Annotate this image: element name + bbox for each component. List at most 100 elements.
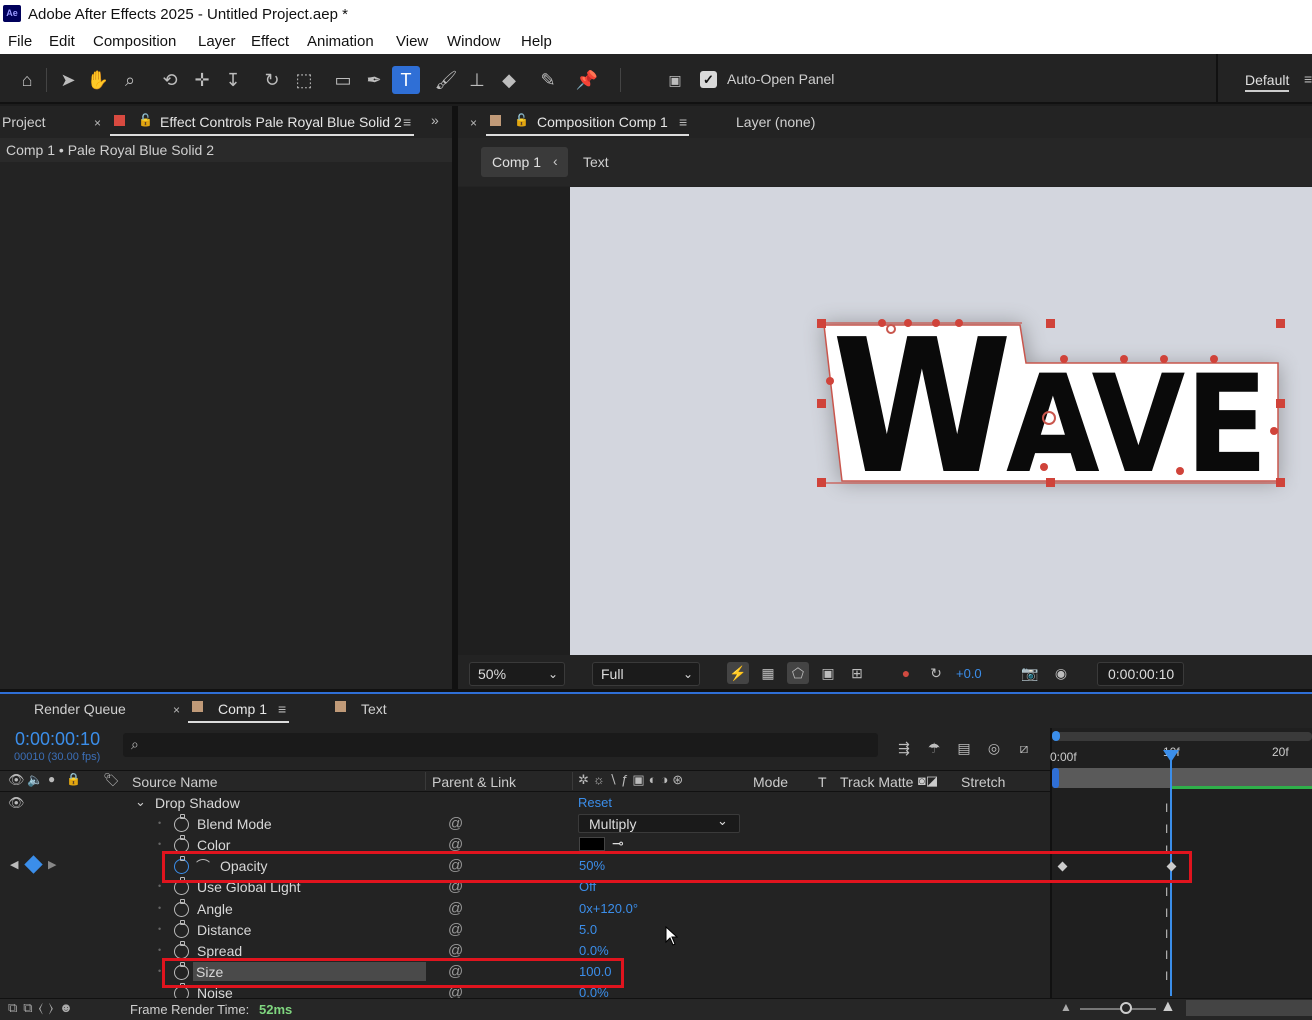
col-source-name[interactable]: Source Name [132,774,218,790]
path-vertex[interactable] [1060,355,1068,363]
anchor-point-icon[interactable] [886,324,896,334]
stopwatch-icon[interactable] [174,814,189,832]
pick-whip-icon[interactable]: @ [448,815,463,832]
transform-handle[interactable] [1046,478,1055,487]
lock-icon[interactable]: 🔒 [66,772,81,786]
pen-tool-icon[interactable]: ✒ [362,68,386,92]
viewer-timecode[interactable]: 0:00:00:10 [1097,662,1184,686]
pick-whip-icon[interactable]: @ [448,921,463,938]
panel-menu-icon[interactable]: ≡ [278,701,286,717]
crumb-text-layer[interactable]: Text [583,154,609,170]
lock-icon[interactable]: 🔓 [514,113,529,127]
path-vertex[interactable] [878,319,886,327]
menu-effect[interactable]: Effect [251,33,289,50]
workspace-menu-icon[interactable]: ≡ [1304,71,1312,87]
reset-exposure-icon[interactable]: ↻ [925,662,947,684]
brush-tool-icon[interactable]: 🖌 [434,68,458,92]
motion-blur-icon[interactable]: ◎ [982,736,1006,760]
stopwatch-icon[interactable] [174,920,189,938]
path-vertex[interactable] [1210,355,1218,363]
path-vertex[interactable] [826,377,834,385]
tab-render-queue[interactable]: Render Queue [34,701,126,717]
color-swatch[interactable] [579,837,605,851]
panel-menu-icon[interactable]: ≡ [679,114,687,130]
menu-composition[interactable]: Composition [93,33,176,50]
zoom-slider-handle[interactable] [1120,1002,1132,1014]
property-row-angle[interactable]: • Angle @ 0x+120.0° [0,899,1050,920]
chevron-double-right-icon[interactable]: » [431,112,439,128]
stopwatch-icon[interactable] [174,899,189,917]
mask-visibility-icon[interactable]: ⬠ [787,662,809,684]
zoom-out-icon[interactable]: ▲ [1060,1000,1072,1014]
region-of-interest-icon[interactable]: ▣ [817,662,839,684]
composition-flowchart-icon[interactable]: ⇶ [892,736,916,760]
zoom-slider[interactable] [1080,1008,1156,1010]
layer-duration-bar[interactable] [1054,768,1312,788]
transform-handle[interactable] [1046,319,1055,328]
transform-handle[interactable] [1276,478,1285,487]
path-vertex[interactable] [1160,355,1168,363]
group-row-drop-shadow[interactable]: 👁 ⌄ Drop Shadow Reset [0,793,1050,814]
comp-breadcrumb-button[interactable]: Comp 1 ‹ [481,147,568,177]
type-tool-icon[interactable]: T [392,66,420,94]
wave-text-layer[interactable]: W AVE [570,187,1312,655]
panel-menu-icon[interactable]: ≡ [403,114,411,130]
tab-project[interactable]: Project [2,114,46,130]
menu-view[interactable]: View [396,33,428,50]
work-area-bar[interactable] [1054,732,1312,741]
pan-behind-icon[interactable]: ⬚ [292,68,316,92]
distance-value[interactable]: 5.0 [579,922,597,937]
transform-handle[interactable] [817,399,826,408]
path-vertex[interactable] [1120,355,1128,363]
eye-icon[interactable]: 👁 [8,772,25,788]
timeline-scrollbar[interactable] [1186,1000,1312,1016]
col-mode[interactable]: Mode [753,774,788,790]
rotation-tool-icon[interactable]: ↻ [260,68,284,92]
pick-whip-icon[interactable]: @ [448,900,463,917]
col-stretch[interactable]: Stretch [961,774,1005,790]
playhead-handle[interactable] [1163,750,1179,762]
exposure-value[interactable]: +0.0 [956,666,982,681]
zoom-in-icon[interactable]: ▲ [1160,998,1176,1016]
shy-layers-icon[interactable]: ☂ [922,736,946,760]
path-vertex[interactable] [1040,463,1048,471]
eye-icon[interactable]: 👁 [8,795,25,811]
add-keyframe-icon[interactable] [24,855,43,874]
hand-tool-icon[interactable]: ✋ [86,68,110,92]
tab-composition[interactable]: Composition Comp 1 [537,114,668,130]
zoom-dropdown[interactable]: 50% ⌄ [469,662,565,686]
col-t[interactable]: T [818,774,827,790]
menu-edit[interactable]: Edit [49,33,75,50]
dolly-camera-icon[interactable]: ↧ [221,68,245,92]
transparency-grid-icon[interactable]: ▦ [757,662,779,684]
resolution-dropdown[interactable]: Full ⌄ [592,662,700,686]
chevron-down-icon[interactable]: ⌄ [135,794,146,810]
path-vertex[interactable] [904,319,912,327]
tab-comp-1[interactable]: Comp 1 [218,701,267,717]
work-area-start-handle[interactable] [1052,731,1060,741]
menu-file[interactable]: File [8,33,32,50]
panel-icon[interactable]: ▣ [663,68,687,92]
anchor-point-icon[interactable] [1042,411,1056,425]
close-icon[interactable]: × [94,116,101,130]
zoom-tool-icon[interactable]: ⌕ [118,68,142,92]
blend-mode-dropdown[interactable]: Multiply ⌄ [578,813,740,833]
path-vertex[interactable] [1176,467,1184,475]
fast-preview-icon[interactable]: ⚡ [727,662,749,684]
stopwatch-icon[interactable] [174,941,189,959]
auto-open-checkbox[interactable]: ✓ [700,71,717,88]
grid-guides-icon[interactable]: ⊞ [846,662,868,684]
home-icon[interactable]: ⌂ [15,68,39,92]
tab-layer[interactable]: Layer (none) [736,114,815,130]
path-vertex[interactable] [955,319,963,327]
path-vertex[interactable] [1270,427,1278,435]
solo-icon[interactable]: ● [48,772,55,786]
close-icon[interactable]: × [470,116,477,130]
property-row-blend-mode[interactable]: • Blend Mode @ Multiply ⌄ [0,813,1050,835]
selection-tool-icon[interactable]: ➤ [56,68,80,92]
workspace-default[interactable]: Default [1245,72,1290,92]
menu-help[interactable]: Help [521,33,552,50]
clone-stamp-icon[interactable]: ⊥ [465,68,489,92]
menu-layer[interactable]: Layer [198,33,236,50]
transform-handle[interactable] [1276,319,1285,328]
